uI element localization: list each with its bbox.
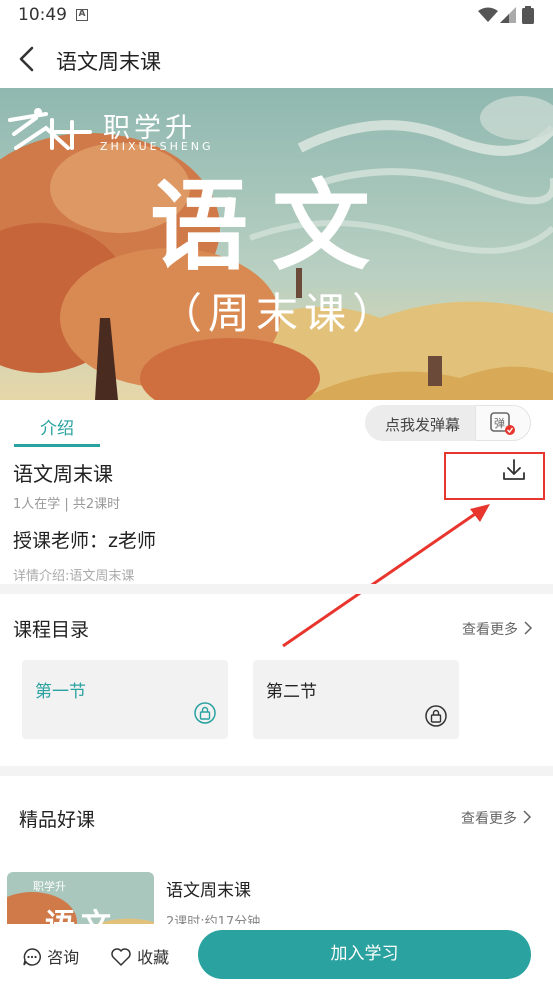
wifi-icon <box>478 7 498 22</box>
section-divider <box>0 584 553 594</box>
lesson-card-1[interactable]: 第一节 <box>22 660 228 739</box>
course-title: 语文周末课 <box>13 462 113 486</box>
banner-sub-text: （周末课） <box>160 289 401 338</box>
tab-intro[interactable]: 介绍 <box>14 404 100 447</box>
chevron-right-icon <box>524 621 533 635</box>
lock-icon <box>194 702 216 724</box>
course-meta: 1人在学 | 共2课时 <box>13 497 121 512</box>
section-divider <box>0 766 553 776</box>
recommend-title: 精品好课 <box>19 809 96 831</box>
danmaku-icon: 弹 <box>490 412 515 435</box>
brand-logo-icon <box>8 108 92 150</box>
danmaku-button[interactable]: 点我发弹幕 弹 <box>365 405 531 441</box>
consult-label: 咨询 <box>47 948 80 967</box>
lesson-label: 第二节 <box>266 682 317 702</box>
recommend-more-link[interactable]: 查看更多 <box>461 808 532 828</box>
catalog-more-label: 查看更多 <box>462 622 518 638</box>
page-title: 语文周末课 <box>56 50 161 74</box>
svg-text:弹: 弹 <box>494 416 505 430</box>
recommend-item-title[interactable]: 语文周末课 <box>166 876 251 901</box>
chat-icon <box>23 948 41 966</box>
status-time: 10:49 <box>18 5 67 25</box>
danmaku-label: 点我发弹幕 <box>385 416 461 434</box>
course-desc: 详情介绍:语文周末课 <box>13 569 135 584</box>
course-teacher: 授课老师：z老师 <box>13 530 156 552</box>
battery-icon <box>522 6 534 24</box>
notification-icon: A <box>76 9 88 21</box>
status-bar: 10:49 A <box>0 0 553 32</box>
consult-button[interactable]: 咨询 <box>22 944 79 968</box>
favorite-button[interactable]: 收藏 <box>110 944 169 968</box>
course-banner: 职学升 ZHIXUESHENG 语文 （周末课） <box>0 88 553 400</box>
heart-icon <box>111 948 131 966</box>
catalog-title: 课程目录 <box>13 619 90 641</box>
chevron-right-icon <box>523 810 532 824</box>
tab-indicator <box>14 444 100 447</box>
brand-sub: ZHIXUESHENG <box>100 140 214 153</box>
recommend-thumbnail[interactable]: 职学升 语文 <box>7 872 154 932</box>
tab-intro-label: 介绍 <box>40 419 74 439</box>
recommend-more-label: 查看更多 <box>461 811 517 827</box>
lock-icon <box>425 705 447 727</box>
annotation-highlight-box <box>444 452 545 500</box>
lesson-card-2[interactable]: 第二节 <box>253 660 459 739</box>
join-study-button[interactable]: 加入学习 <box>198 930 531 979</box>
signal-icon <box>500 7 516 23</box>
nav-bar: 语文周末课 <box>0 32 553 88</box>
catalog-more-link[interactable]: 查看更多 <box>462 619 533 639</box>
banner-big-text: 语文 <box>150 170 395 284</box>
back-arrow-icon[interactable] <box>18 46 36 72</box>
favorite-label: 收藏 <box>137 948 170 967</box>
thumb-brand: 职学升 <box>33 880 66 893</box>
danmaku-toggle[interactable]: 弹 <box>475 405 531 441</box>
lesson-label: 第一节 <box>35 682 86 702</box>
